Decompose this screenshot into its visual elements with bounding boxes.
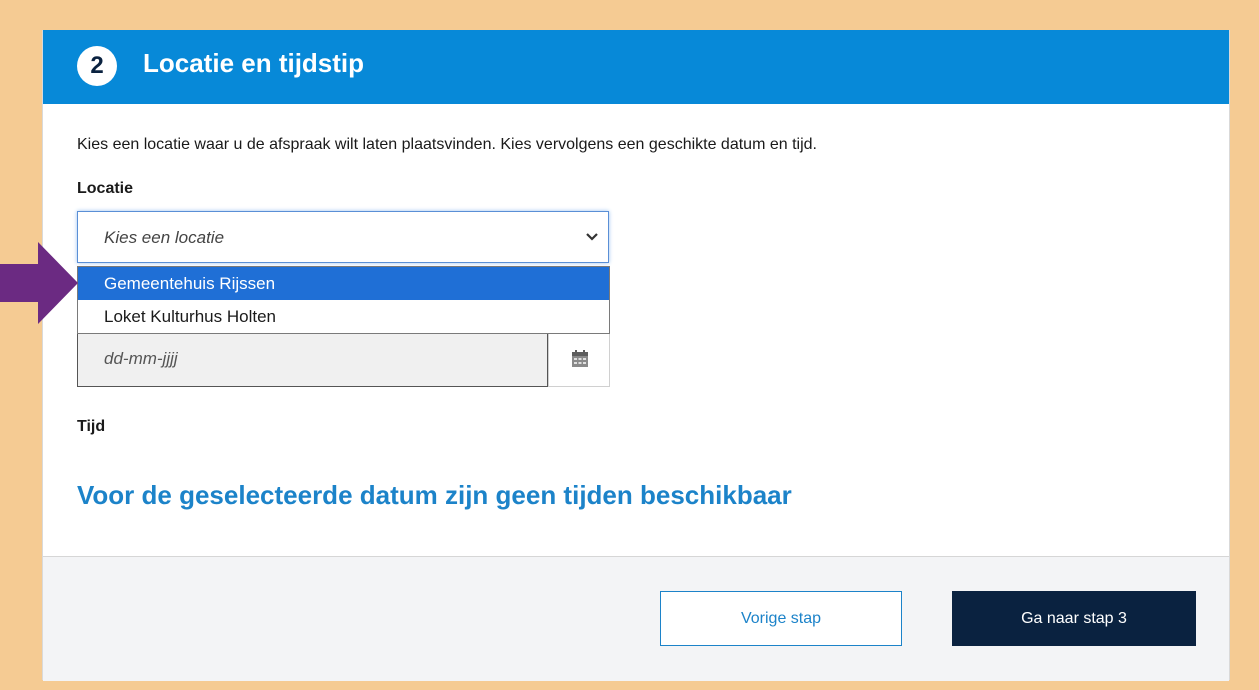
location-option-loket-kulturhus-holten[interactable]: Loket Kulturhus Holten bbox=[78, 300, 609, 333]
date-input-placeholder: dd-mm-jjjj bbox=[104, 349, 178, 368]
intro-text: Kies een locatie waar u de afspraak wilt… bbox=[77, 136, 817, 153]
calendar-icon bbox=[572, 350, 588, 367]
step-footer: Vorige stap Ga naar stap 3 bbox=[43, 556, 1229, 681]
arrow-right-icon bbox=[0, 242, 78, 324]
step-title: Locatie en tijdstip bbox=[143, 48, 365, 78]
appointment-step-panel: 2 Locatie en tijdstip Kies een locatie w… bbox=[42, 30, 1230, 681]
option-label: Loket Kulturhus Holten bbox=[104, 307, 276, 326]
location-dropdown-list: Gemeentehuis Rijssen Loket Kulturhus Hol… bbox=[77, 266, 610, 334]
previous-step-button[interactable]: Vorige stap bbox=[660, 591, 902, 646]
step-number-badge: 2 bbox=[77, 46, 117, 86]
location-select-placeholder: Kies een locatie bbox=[104, 228, 225, 247]
date-input[interactable]: dd-mm-jjjj bbox=[77, 334, 548, 387]
date-picker-button[interactable] bbox=[548, 334, 610, 387]
location-select[interactable]: Kies een locatie bbox=[77, 211, 609, 263]
next-step-button[interactable]: Ga naar stap 3 bbox=[952, 591, 1196, 646]
location-option-gemeentehuis-rijssen[interactable]: Gemeentehuis Rijssen bbox=[78, 267, 609, 300]
time-label: Tijd bbox=[77, 418, 106, 435]
no-times-message: Voor de geselecteerde datum zijn geen ti… bbox=[77, 480, 792, 510]
step-header: 2 Locatie en tijdstip bbox=[43, 30, 1229, 104]
location-label: Locatie bbox=[77, 180, 134, 197]
chevron-down-icon bbox=[586, 233, 598, 241]
option-label: Gemeentehuis Rijssen bbox=[104, 274, 276, 293]
